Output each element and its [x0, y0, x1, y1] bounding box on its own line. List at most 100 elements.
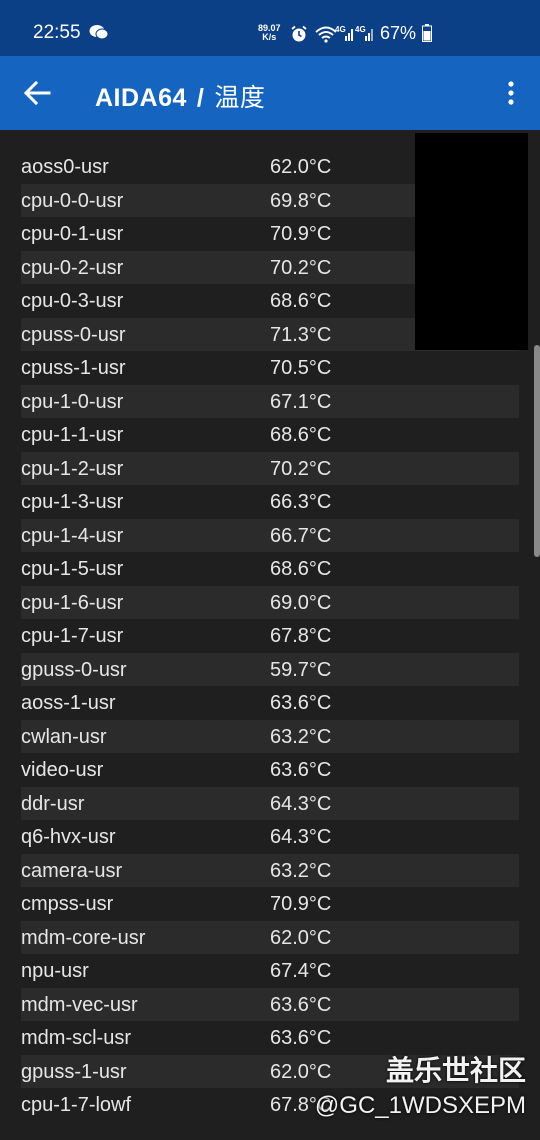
list-item[interactable]: mdm-core-usr 62.0°C	[21, 920, 519, 954]
list-item[interactable]: cpu-1-6-usr 69.0°C	[21, 585, 519, 619]
list-item[interactable]: ddr-usr 64.3°C	[21, 786, 519, 820]
sensor-value: 59.7°C	[270, 658, 332, 681]
sensor-value: 64.3°C	[270, 792, 332, 815]
list-item[interactable]: mdm-vec-usr 63.6°C	[21, 987, 519, 1021]
sensor-value: 63.6°C	[270, 1027, 332, 1049]
sensor-name: cpuss-0-usr	[21, 323, 126, 346]
page-subtitle: 温度	[214, 84, 266, 112]
sensor-name: camera-usr	[21, 859, 123, 882]
sensor-name: cpu-1-4-usr	[21, 524, 124, 547]
list-item[interactable]: gpuss-0-usr 59.7°C	[21, 652, 519, 686]
list-item[interactable]: cpu-1-1-usr 68.6°C	[21, 418, 519, 452]
list-item[interactable]: camera-usr 63.2°C	[21, 853, 519, 887]
sensor-name: q6-hvx-usr	[21, 826, 116, 848]
sensor-name: cpu-0-3-usr	[21, 290, 124, 312]
signal-4g-icon: 4G	[355, 25, 373, 41]
sensor-value: 67.4°C	[270, 960, 332, 982]
status-bar: 22:55 89.07 K/s 4G 4G 67%	[0, 0, 540, 56]
list-item[interactable]: cpu-1-7-usr 67.8°C	[21, 619, 519, 653]
sensor-name: mdm-scl-usr	[21, 1027, 131, 1049]
sensor-name: gpuss-0-usr	[21, 658, 127, 681]
sensor-name: cpu-1-5-usr	[21, 558, 124, 580]
battery-icon	[422, 24, 432, 42]
sensor-value: 70.9°C	[270, 893, 332, 915]
sensor-value: 67.1°C	[270, 390, 332, 413]
sensor-name: cwlan-usr	[21, 725, 107, 748]
title-separator: /	[196, 84, 205, 112]
wechat-icon	[89, 25, 109, 40]
sensor-name: cmpss-usr	[21, 893, 114, 915]
list-item[interactable]: video-usr 63.6°C	[21, 753, 519, 787]
sensor-value: 62.0°C	[270, 926, 332, 949]
network-speed: 89.07 K/s	[258, 24, 281, 42]
list-item[interactable]: cmpss-usr 70.9°C	[21, 887, 519, 921]
sensor-value: 68.6°C	[270, 424, 332, 446]
sensor-value: 70.2°C	[270, 256, 332, 279]
alarm-icon	[291, 25, 307, 42]
sensor-name: cpu-1-6-usr	[21, 591, 124, 614]
list-item[interactable]: cpu-1-3-usr 66.3°C	[21, 485, 519, 519]
list-item[interactable]: cpu-1-4-usr 66.7°C	[21, 518, 519, 552]
sensor-name: cpu-0-1-usr	[21, 223, 124, 245]
sensor-name: cpu-1-7-usr	[21, 625, 124, 647]
sensor-name: cpu-1-3-usr	[21, 491, 124, 513]
sensor-value: 68.6°C	[270, 290, 332, 312]
page-title: AIDA64 / 温度	[95, 78, 265, 114]
sensor-name: aoss0-usr	[21, 156, 109, 178]
sensor-value: 62.0°C	[270, 1060, 332, 1083]
more-vert-icon[interactable]	[500, 78, 522, 108]
sensor-value: 66.7°C	[270, 524, 332, 547]
sensor-name: mdm-core-usr	[21, 926, 146, 949]
sensor-value: 63.6°C	[270, 993, 332, 1016]
sensor-value: 69.8°C	[270, 189, 332, 212]
sensor-name: cpu-1-7-lowf	[21, 1094, 132, 1116]
network-speed-unit: K/s	[262, 32, 277, 42]
watermark-community: 盖乐世社区	[385, 1055, 526, 1086]
sensor-name: cpuss-1-usr	[21, 357, 126, 379]
sensor-value: 70.9°C	[270, 223, 332, 245]
sensor-value: 63.2°C	[270, 725, 332, 748]
sensor-value: 63.6°C	[270, 692, 332, 714]
sensor-value: 70.5°C	[270, 357, 332, 379]
list-item[interactable]: cwlan-usr 63.2°C	[21, 719, 519, 753]
status-time: 22:55	[33, 22, 81, 43]
sensor-name: cpu-0-0-usr	[21, 189, 124, 212]
sensor-name: cpu-1-0-usr	[21, 390, 124, 413]
sensor-value: 63.2°C	[270, 859, 332, 882]
redacted-overlay	[415, 133, 528, 350]
sensor-name: mdm-vec-usr	[21, 993, 138, 1016]
sensor-name: npu-usr	[21, 960, 89, 982]
scrollbar[interactable]	[534, 345, 540, 557]
list-item[interactable]: cpu-1-0-usr 67.1°C	[21, 384, 519, 418]
sensor-name: cpu-1-2-usr	[21, 457, 124, 480]
sensor-value: 63.6°C	[270, 759, 332, 781]
list-item[interactable]: q6-hvx-usr 64.3°C	[21, 820, 519, 854]
sensor-value: 67.8°C	[270, 625, 332, 647]
sensor-name: video-usr	[21, 759, 104, 781]
list-item[interactable]: cpu-1-2-usr 70.2°C	[21, 451, 519, 485]
wifi-icon	[315, 26, 337, 43]
list-item[interactable]: cpu-1-5-usr 68.6°C	[21, 552, 519, 586]
list-item[interactable]: aoss-1-usr 63.6°C	[21, 686, 519, 720]
sensor-name: gpuss-1-usr	[21, 1060, 127, 1083]
sensor-name: aoss-1-usr	[21, 692, 116, 714]
watermark-user: @GC_1WDSXEPM	[314, 1092, 526, 1119]
app-bar: AIDA64 / 温度	[0, 56, 540, 130]
sensor-value: 71.3°C	[270, 323, 332, 346]
back-arrow-icon[interactable]	[22, 79, 52, 107]
list-item[interactable]: npu-usr 67.4°C	[21, 954, 519, 988]
sensor-name: cpu-0-2-usr	[21, 256, 124, 279]
list-item[interactable]: cpuss-1-usr 70.5°C	[21, 351, 519, 385]
sensor-value: 68.6°C	[270, 558, 332, 580]
svg-text:4G: 4G	[355, 25, 366, 34]
app-name: AIDA64	[95, 84, 187, 112]
sensor-value: 62.0°C	[270, 156, 332, 178]
sensor-name: cpu-1-1-usr	[21, 424, 124, 446]
svg-text:4G: 4G	[335, 25, 346, 34]
sensor-name: ddr-usr	[21, 792, 85, 815]
battery-percent: 67%	[380, 23, 417, 43]
signal-4g-icon: 4G	[335, 25, 353, 41]
sensor-value: 69.0°C	[270, 591, 332, 614]
sensor-value: 64.3°C	[270, 826, 332, 848]
sensor-value: 70.2°C	[270, 457, 332, 480]
